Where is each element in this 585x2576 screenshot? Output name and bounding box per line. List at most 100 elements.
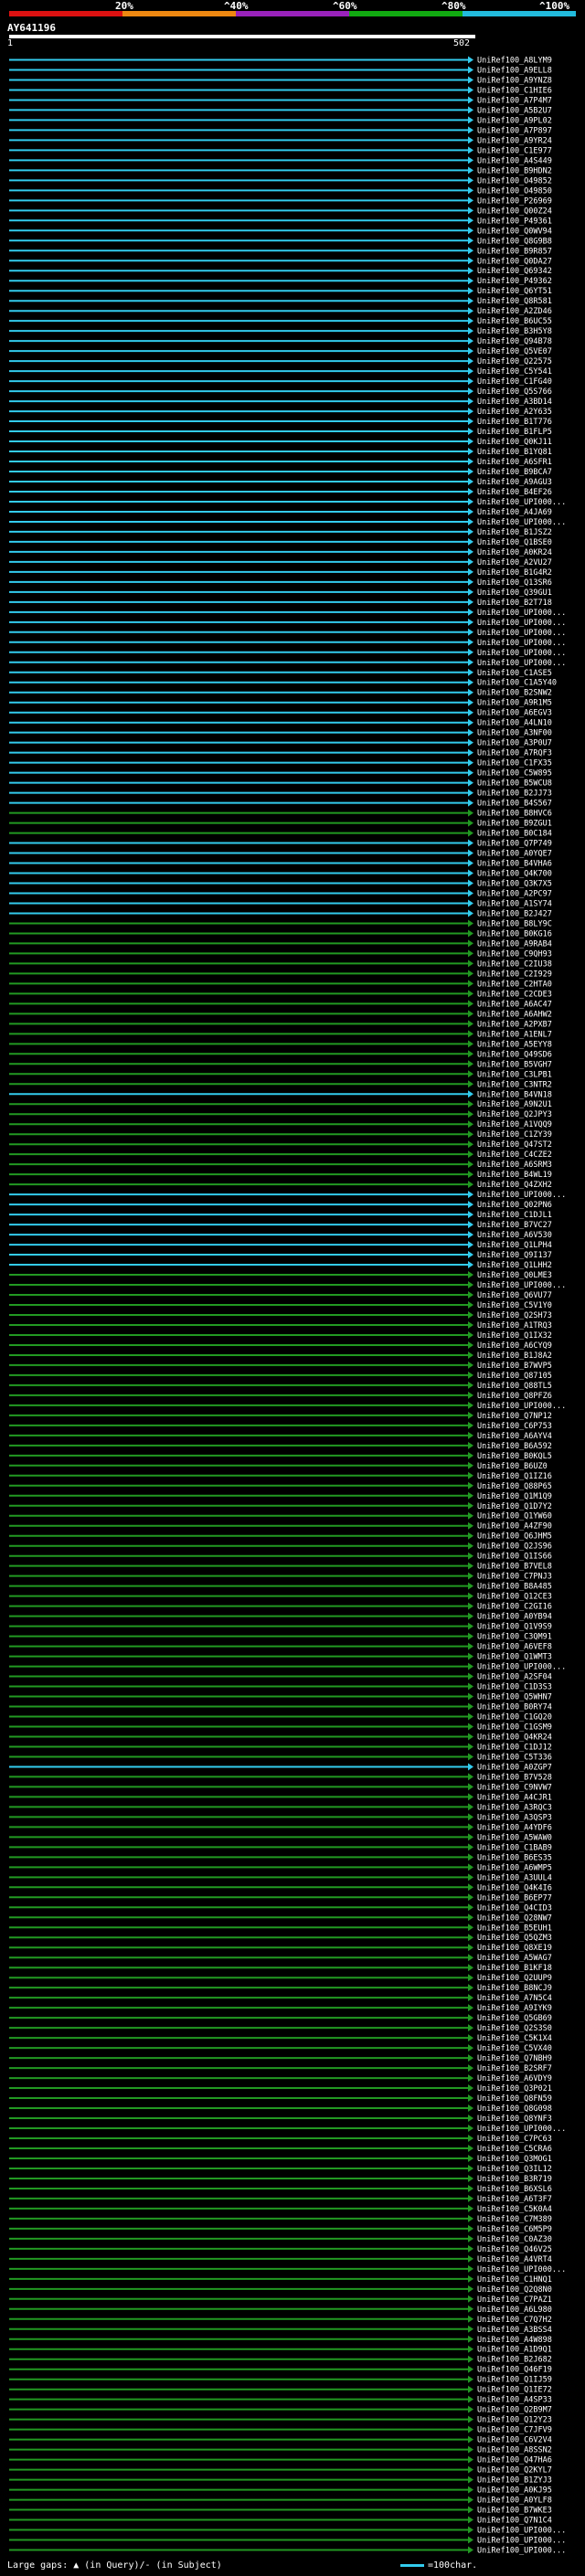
hit-label[interactable]: UniRef100_A9IYK9 bbox=[477, 2004, 552, 2013]
hit-label[interactable]: UniRef100_A2ZD46 bbox=[477, 307, 552, 316]
hit-label[interactable]: UniRef100_Q3P021 bbox=[477, 2084, 552, 2094]
hit-label[interactable]: UniRef100_A6V530 bbox=[477, 1231, 552, 1240]
hit-label[interactable]: UniRef100_UPI000... bbox=[477, 609, 566, 618]
hit-label[interactable]: UniRef100_Q2JS96 bbox=[477, 1542, 552, 1552]
hit-label[interactable]: UniRef100_B2SNW2 bbox=[477, 689, 552, 698]
hit-label[interactable]: UniRef100_Q5WHN7 bbox=[477, 1693, 552, 1702]
hit-label[interactable]: UniRef100_Q4KR24 bbox=[477, 1733, 552, 1742]
hit-label[interactable]: UniRef100_B1YQ81 bbox=[477, 448, 552, 457]
hit-label[interactable]: UniRef100_B6ES35 bbox=[477, 1853, 552, 1862]
hit-label[interactable]: UniRef100_Q12Y23 bbox=[477, 2416, 552, 2425]
hit-label[interactable]: UniRef100_A0YQE7 bbox=[477, 850, 552, 859]
hit-label[interactable]: UniRef100_Q1D7Y2 bbox=[477, 1502, 552, 1511]
hit-label[interactable]: UniRef100_P26969 bbox=[477, 196, 552, 206]
hit-label[interactable]: UniRef100_A0YLF8 bbox=[477, 2496, 552, 2506]
hit-label[interactable]: UniRef100_Q13SR6 bbox=[477, 578, 552, 588]
hit-label[interactable]: UniRef100_A0YB94 bbox=[477, 1613, 552, 1622]
hit-label[interactable]: UniRef100_A4LN10 bbox=[477, 719, 552, 728]
hit-label[interactable]: UniRef100_C7PNJ3 bbox=[477, 1573, 552, 1582]
hit-label[interactable]: UniRef100_UPI000... bbox=[477, 1191, 566, 1200]
hit-label[interactable]: UniRef100_Q87105 bbox=[477, 1372, 552, 1381]
hit-label[interactable]: UniRef100_Q3K7X5 bbox=[477, 880, 552, 889]
hit-label[interactable]: UniRef100_A1VQQ9 bbox=[477, 1120, 552, 1129]
hit-label[interactable]: UniRef100_B0KQL5 bbox=[477, 1452, 552, 1461]
hit-label[interactable]: UniRef100_B9HDN2 bbox=[477, 166, 552, 175]
hit-label[interactable]: UniRef100_A5EYY8 bbox=[477, 1040, 552, 1049]
hit-label[interactable]: UniRef100_B3R719 bbox=[477, 2175, 552, 2184]
hit-label[interactable]: UniRef100_Q1IS66 bbox=[477, 1553, 552, 1562]
hit-label[interactable]: UniRef100_A9R1M5 bbox=[477, 699, 552, 708]
hit-label[interactable]: UniRef100_Q5S766 bbox=[477, 387, 552, 397]
hit-label[interactable]: UniRef100_B8A485 bbox=[477, 1583, 552, 1592]
hit-label[interactable]: UniRef100_Q5VE07 bbox=[477, 347, 552, 356]
hit-label[interactable]: UniRef100_A4ZF90 bbox=[477, 1522, 552, 1532]
hit-label[interactable]: UniRef100_C1HIE6 bbox=[477, 86, 552, 95]
hit-label[interactable]: UniRef100_B8NCJ9 bbox=[477, 1984, 552, 1993]
hit-label[interactable]: UniRef100_A3NF00 bbox=[477, 729, 552, 738]
hit-label[interactable]: UniRef100_A4CJR1 bbox=[477, 1793, 552, 1802]
hit-label[interactable]: UniRef100_C5V1Y0 bbox=[477, 1301, 552, 1310]
hit-label[interactable]: UniRef100_A8SSN2 bbox=[477, 2446, 552, 2455]
hit-label[interactable]: UniRef100_B4WL19 bbox=[477, 1171, 552, 1180]
hit-label[interactable]: UniRef100_A6WMP5 bbox=[477, 1863, 552, 1872]
hit-label[interactable]: UniRef100_B1T776 bbox=[477, 418, 552, 427]
hit-label[interactable]: UniRef100_B2JJ73 bbox=[477, 790, 552, 799]
hit-label[interactable]: UniRef100_B9BCA7 bbox=[477, 468, 552, 477]
hit-label[interactable]: UniRef100_C9QH93 bbox=[477, 949, 552, 959]
hit-label[interactable]: UniRef100_C7M389 bbox=[477, 2215, 552, 2224]
hit-label[interactable]: UniRef100_C5Y541 bbox=[477, 367, 552, 376]
hit-label[interactable]: UniRef100_B1J8A2 bbox=[477, 1352, 552, 1361]
hit-label[interactable]: UniRef100_A4JA69 bbox=[477, 508, 552, 517]
hit-label[interactable]: UniRef100_Q8YNF3 bbox=[477, 2115, 552, 2124]
hit-label[interactable]: UniRef100_UPI000... bbox=[477, 649, 566, 658]
hit-label[interactable]: UniRef100_C1A5Y40 bbox=[477, 679, 557, 688]
hit-label[interactable]: UniRef100_Q4ZXH2 bbox=[477, 1181, 552, 1190]
hit-label[interactable]: UniRef100_C2I929 bbox=[477, 970, 552, 979]
hit-label[interactable]: UniRef100_B9R857 bbox=[477, 247, 552, 256]
hit-label[interactable]: UniRef100_A7RQF3 bbox=[477, 749, 552, 758]
hit-label[interactable]: UniRef100_A6AHW2 bbox=[477, 1010, 552, 1019]
hit-label[interactable]: UniRef100_UPI000... bbox=[477, 619, 566, 628]
hit-label[interactable]: UniRef100_C0AZ30 bbox=[477, 2235, 552, 2244]
hit-label[interactable]: UniRef100_B1JSZ2 bbox=[477, 528, 552, 537]
hit-label[interactable]: UniRef100_C6P753 bbox=[477, 1422, 552, 1431]
hit-label[interactable]: UniRef100_A2PC97 bbox=[477, 889, 552, 898]
hit-label[interactable]: UniRef100_Q7NBH9 bbox=[477, 2054, 552, 2063]
hit-label[interactable]: UniRef100_Q6YT51 bbox=[477, 287, 552, 296]
hit-label[interactable]: UniRef100_Q2Q8N0 bbox=[477, 2285, 552, 2295]
hit-label[interactable]: UniRef100_C1E977 bbox=[477, 146, 552, 155]
hit-label[interactable]: UniRef100_B6A592 bbox=[477, 1442, 552, 1451]
hit-label[interactable]: UniRef100_Q0DA27 bbox=[477, 257, 552, 266]
hit-label[interactable]: UniRef100_Q7NP12 bbox=[477, 1412, 552, 1421]
hit-label[interactable]: UniRef100_A6CYQ9 bbox=[477, 1341, 552, 1351]
hit-label[interactable]: UniRef100_Q6JHM5 bbox=[477, 1532, 552, 1542]
hit-label[interactable]: UniRef100_A0ZGP7 bbox=[477, 1763, 552, 1772]
hit-label[interactable]: UniRef100_Q1LPH4 bbox=[477, 1241, 552, 1250]
hit-label[interactable]: UniRef100_Q0KJ11 bbox=[477, 438, 552, 447]
hit-label[interactable]: UniRef100_B2J682 bbox=[477, 2356, 552, 2365]
hit-label[interactable]: UniRef100_Q8G9B8 bbox=[477, 237, 552, 246]
hit-label[interactable]: UniRef100_Q12CE3 bbox=[477, 1593, 552, 1602]
hit-label[interactable]: UniRef100_B1ZYJ3 bbox=[477, 2476, 552, 2486]
hit-label[interactable]: UniRef100_Q8PFZ6 bbox=[477, 1392, 552, 1401]
hit-label[interactable]: UniRef100_A4SP33 bbox=[477, 2396, 552, 2405]
hit-label[interactable]: UniRef100_C1DJL1 bbox=[477, 1211, 552, 1220]
hit-label[interactable]: UniRef100_B0RY74 bbox=[477, 1703, 552, 1712]
hit-label[interactable]: UniRef100_P49361 bbox=[477, 217, 552, 226]
hit-label[interactable]: UniRef100_C1D3S3 bbox=[477, 1683, 552, 1692]
hit-label[interactable]: UniRef100_C7PC63 bbox=[477, 2135, 552, 2144]
hit-label[interactable]: UniRef100_UPI000... bbox=[477, 639, 566, 648]
hit-label[interactable]: UniRef100_B6UZ0 bbox=[477, 1462, 548, 1471]
hit-label[interactable]: UniRef100_B7WKE3 bbox=[477, 2507, 552, 2516]
hit-label[interactable]: UniRef100_B4VN18 bbox=[477, 1090, 552, 1099]
hit-label[interactable]: UniRef100_C3QM91 bbox=[477, 1633, 552, 1642]
hit-label[interactable]: UniRef100_B7WVP5 bbox=[477, 1362, 552, 1371]
hit-label[interactable]: UniRef100_Q22575 bbox=[477, 357, 552, 366]
hit-label[interactable]: UniRef100_Q1IE72 bbox=[477, 2386, 552, 2395]
hit-label[interactable]: UniRef100_Q2S3S0 bbox=[477, 2024, 552, 2033]
hit-label[interactable]: UniRef100_C1ZY39 bbox=[477, 1130, 552, 1140]
hit-label[interactable]: UniRef100_UPI000... bbox=[477, 659, 566, 668]
hit-label[interactable]: UniRef100_C1ASE5 bbox=[477, 669, 552, 678]
hit-label[interactable]: UniRef100_Q1YW60 bbox=[477, 1512, 552, 1521]
hit-label[interactable]: UniRef100_A7P897 bbox=[477, 126, 552, 135]
